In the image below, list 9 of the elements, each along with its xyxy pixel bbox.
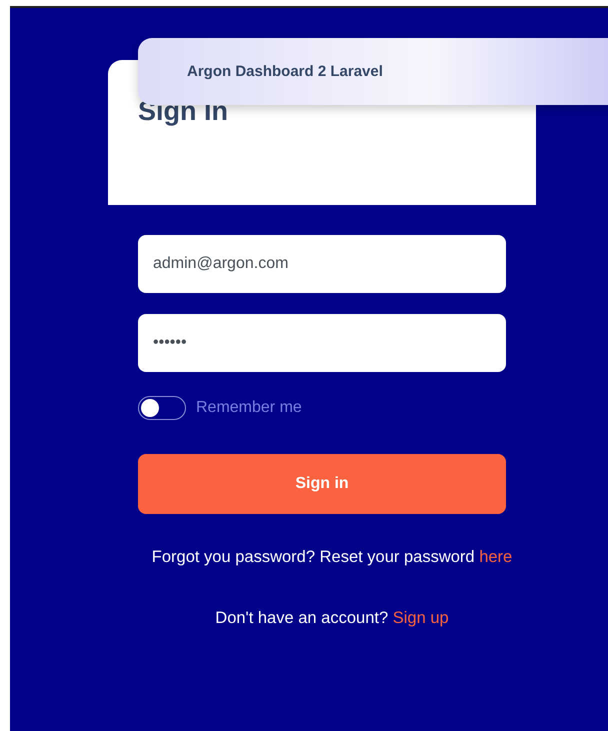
text-link[interactable]: here [479, 548, 512, 566]
remember-label: Remember me [196, 399, 302, 417]
brand-name[interactable]: Argon Dashboard 2 Laravel [187, 63, 383, 80]
account-prompt: Don't have an account? Sign up [215, 609, 449, 628]
remember-toggle[interactable] [138, 396, 186, 420]
email-field[interactable]: admin@argon.com [138, 235, 506, 293]
text-link[interactable]: Sign up [392, 609, 449, 627]
password-field[interactable]: •••••• [138, 314, 506, 372]
account-prompt: Forgot you password? Reset your password here [152, 548, 512, 567]
